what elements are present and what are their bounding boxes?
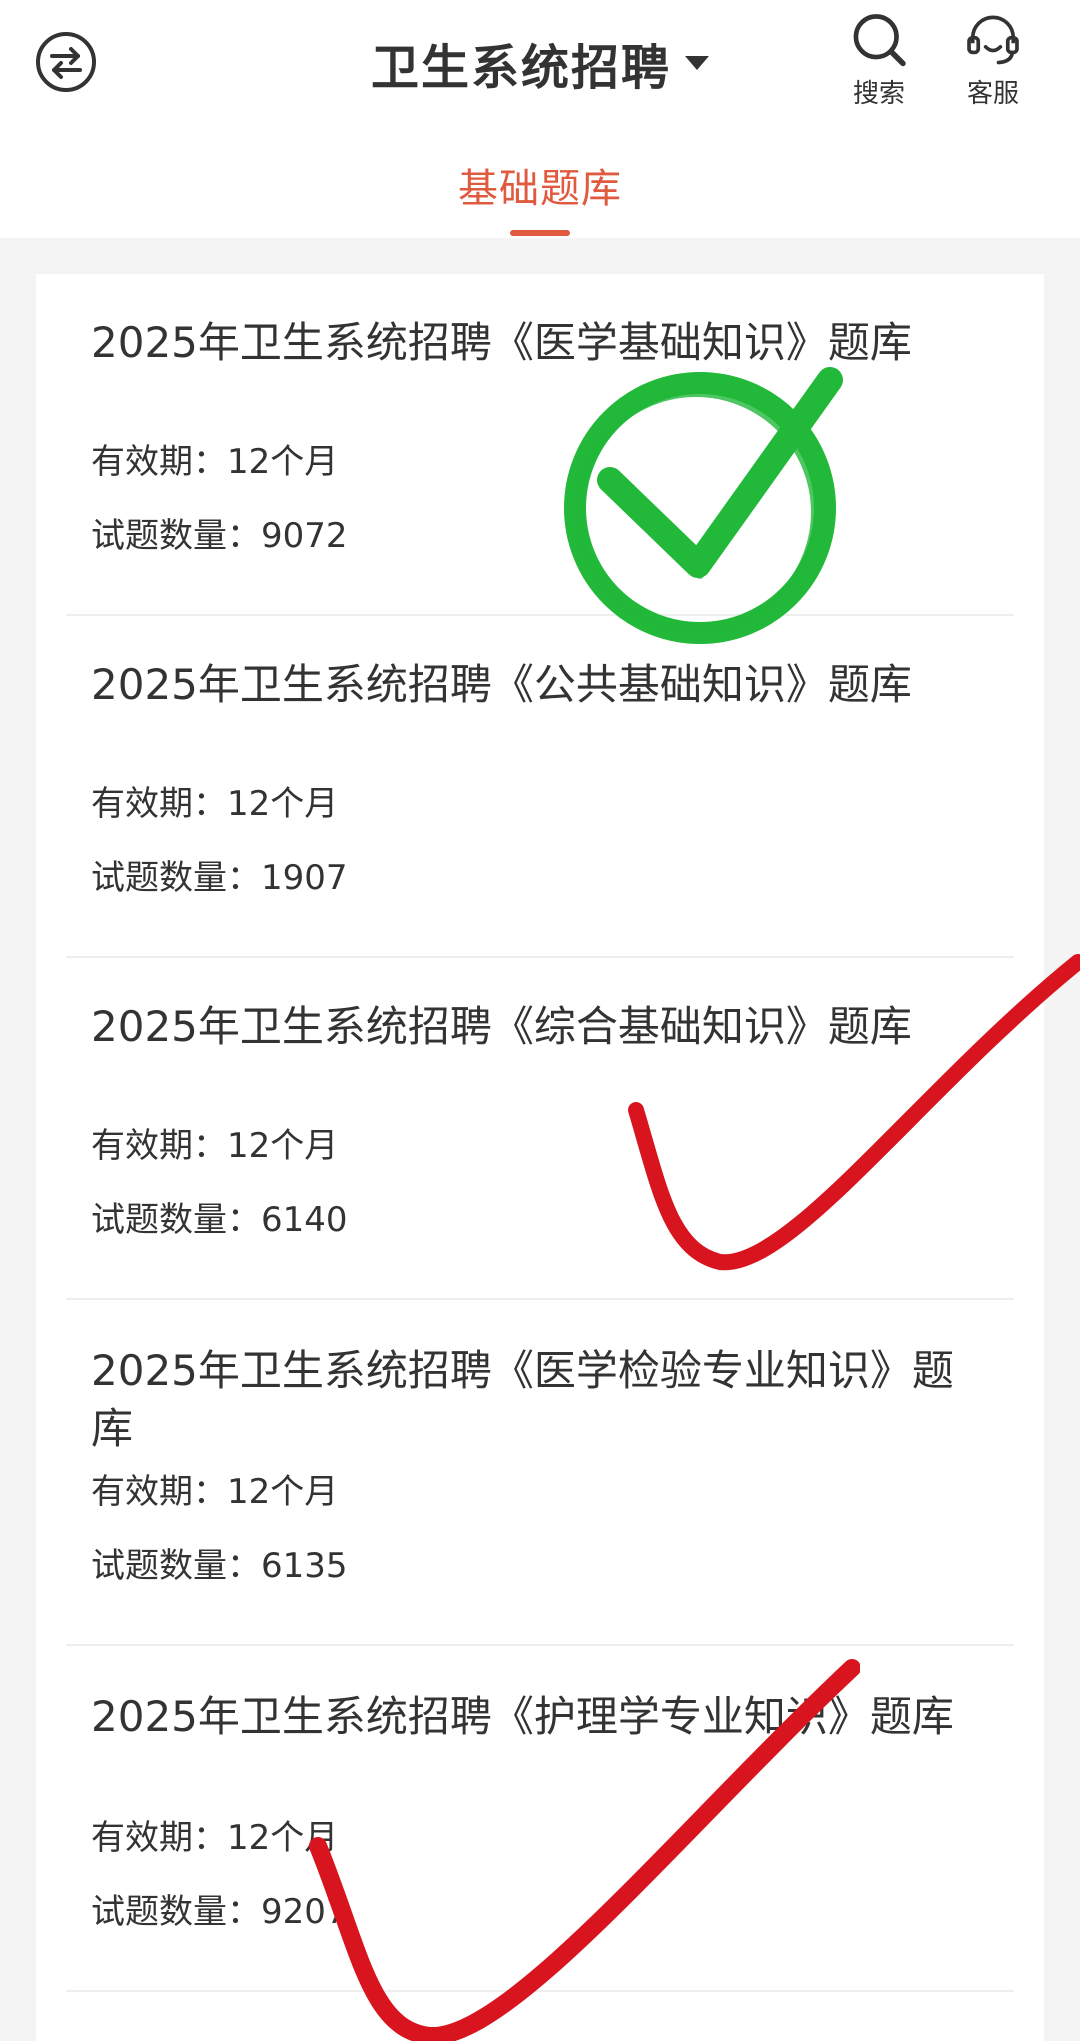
item-question-count: 试题数量：6140 xyxy=(91,1200,348,1240)
exam-category-selector[interactable]: 卫生系统招聘 xyxy=(340,28,740,98)
item-title: 2025年卫生系统招聘《医学检验专业知识》题库 xyxy=(91,1346,954,1453)
switch-arrows-icon xyxy=(36,32,96,92)
list-item[interactable]: 2025年卫生系统招聘《公共基础知识》题库 有效期：12个月 试题数量：1907 xyxy=(66,614,1014,958)
tab-active-indicator xyxy=(510,230,570,236)
caret-down-icon xyxy=(685,56,709,70)
service-label: 客服 xyxy=(966,79,1019,109)
switch-exam-button[interactable] xyxy=(34,30,98,94)
list-item[interactable]: 2025年卫生系统招聘《综合基础知识》题库 有效期：12个月 试题数量：6140 xyxy=(66,956,1014,1300)
item-validity: 有效期：12个月 xyxy=(91,784,339,824)
item-validity: 有效期：12个月 xyxy=(91,1818,339,1858)
headset-icon xyxy=(967,15,1019,65)
list-item[interactable]: 2025年卫生系统招聘《医学基础知识》题库 有效期：12个月 试题数量：9072 xyxy=(66,274,1014,616)
item-validity: 有效期：12个月 xyxy=(91,442,339,482)
page-title: 卫生系统招聘 xyxy=(370,40,671,96)
list-item[interactable]: 2025年卫生系统招聘《护理学专业知识》题库 有效期：12个月 试题数量：920… xyxy=(66,1644,1014,1992)
item-question-count: 试题数量：6135 xyxy=(91,1546,348,1586)
item-question-count: 试题数量：9072 xyxy=(91,516,348,556)
item-validity: 有效期：12个月 xyxy=(91,1126,339,1166)
list-item[interactable]: 2025年卫生系统招聘《医学检验专业知识》题库 有效期：12个月 试题数量：61… xyxy=(66,1298,1014,1646)
item-title: 2025年卫生系统招聘《医学基础知识》题库 xyxy=(91,318,912,367)
search-label: 搜索 xyxy=(852,79,905,109)
question-bank-list: 2025年卫生系统招聘《医学基础知识》题库 有效期：12个月 试题数量：9072… xyxy=(36,274,1044,2041)
search-icon xyxy=(853,14,906,67)
tab-label: 基础题库 xyxy=(458,166,622,212)
tab-basic-bank[interactable]: 基础题库 xyxy=(440,156,640,236)
item-question-count: 试题数量：9207 xyxy=(91,1892,348,1932)
search-button[interactable]: 搜索 xyxy=(834,10,924,110)
item-validity: 有效期：12个月 xyxy=(91,1472,339,1512)
item-title: 2025年卫生系统招聘《综合基础知识》题库 xyxy=(91,1002,912,1051)
item-title: 2025年卫生系统招聘《公共基础知识》题库 xyxy=(91,660,912,709)
top-header: 卫生系统招聘 搜索 客服 基础题库 xyxy=(0,0,1080,238)
item-question-count: 试题数量：1907 xyxy=(91,858,348,898)
app-screen: 卫生系统招聘 搜索 客服 基础题库 2025年卫生系统招聘《医学基础知识》题库 … xyxy=(0,0,1080,2041)
item-title: 2025年卫生系统招聘《护理学专业知识》题库 xyxy=(91,1692,954,1741)
customer-service-button[interactable]: 客服 xyxy=(948,10,1038,110)
